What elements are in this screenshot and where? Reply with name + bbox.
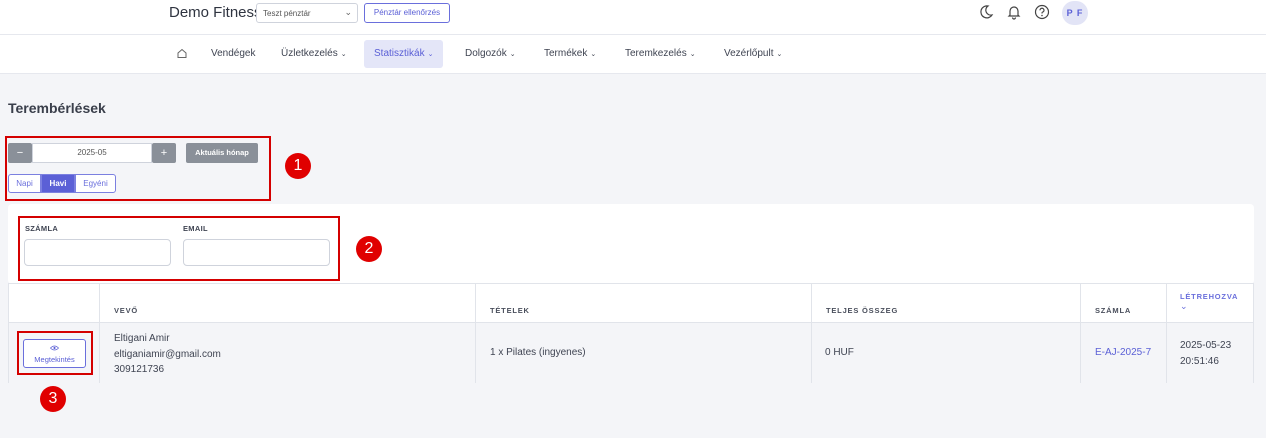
annotation-box-1 bbox=[5, 136, 271, 201]
annotation-number-2: 2 bbox=[356, 236, 382, 262]
annotation-box-3 bbox=[17, 331, 93, 375]
invoice-link[interactable]: E-AJ-2025-7 bbox=[1095, 347, 1151, 358]
chevron-down-icon: ⌄ bbox=[689, 51, 696, 58]
created-time: 20:51:46 bbox=[1180, 355, 1219, 367]
invoice-cell: E-AJ-2025-7 bbox=[1081, 323, 1167, 383]
table-header-total[interactable]: TELJES ÖSSZEG bbox=[812, 283, 1081, 323]
table-header-items[interactable]: TÉTELEK bbox=[476, 283, 812, 323]
table-header-created[interactable]: LÉTREHOZVA ⌄ bbox=[1167, 283, 1254, 323]
customer-name: Eltigani Amir bbox=[114, 333, 170, 344]
top-bar: Demo Fitness Teszt pénztár ⌄ Pénztár ell… bbox=[0, 0, 1266, 34]
customer-phone: 309121736 bbox=[114, 364, 165, 375]
bell-icon[interactable] bbox=[1005, 4, 1023, 22]
brand-name[interactable]: Demo Fitness bbox=[169, 4, 262, 21]
table-header-invoice[interactable]: SZÁMLA bbox=[1081, 283, 1167, 323]
help-icon[interactable] bbox=[1033, 4, 1051, 22]
main-nav: Vendégek Üzletkezelés ⌄ Statisztikák ⌄ Dol… bbox=[0, 34, 1266, 74]
table-header-action bbox=[8, 283, 100, 323]
nav-item-business[interactable]: Üzletkezelés ⌄ bbox=[271, 40, 357, 68]
nav-item-products[interactable]: Termékek ⌄ bbox=[534, 40, 606, 68]
table-header-customer[interactable]: VEVŐ bbox=[100, 283, 476, 323]
nav-item-dashboard[interactable]: Vezérlőpult ⌄ bbox=[714, 40, 792, 68]
nav-item-employees[interactable]: Dolgozók ⌄ bbox=[455, 40, 526, 68]
nav-item-statistics[interactable]: Statisztikák ⌄ bbox=[364, 40, 444, 68]
moon-icon[interactable] bbox=[977, 4, 995, 22]
sort-chevron-down-icon[interactable]: ⌄ bbox=[1180, 301, 1188, 311]
items-cell: 1 x Pilates (ingyenes) bbox=[476, 323, 812, 383]
chevron-down-icon: ⌄ bbox=[427, 51, 434, 58]
chevron-down-icon: ⌄ bbox=[509, 51, 516, 58]
nav-item-guests[interactable]: Vendégek bbox=[201, 40, 266, 68]
chevron-down-icon: ⌄ bbox=[776, 51, 783, 58]
customer-email: eltiganiamir@gmail.com bbox=[114, 348, 221, 360]
cash-check-button[interactable]: Pénztár ellenőrzés bbox=[364, 3, 450, 23]
chevron-down-icon: ⌄ bbox=[590, 51, 597, 58]
avatar[interactable]: P F bbox=[1062, 1, 1088, 25]
annotation-box-2 bbox=[18, 216, 340, 281]
customer-cell: Eltigani Amir eltiganiamir@gmail.com 309… bbox=[100, 323, 476, 383]
home-icon[interactable] bbox=[176, 47, 188, 62]
total-cell: 0 HUF bbox=[812, 323, 1081, 383]
annotation-number-3: 3 bbox=[40, 386, 66, 412]
page-title: Terembérlések bbox=[8, 100, 106, 116]
created-cell: 2025-05-23 20:51:46 bbox=[1167, 323, 1254, 383]
cash-register-value: Teszt pénztár bbox=[263, 9, 311, 18]
annotation-number-1: 1 bbox=[285, 153, 311, 179]
cash-register-select[interactable]: Teszt pénztár ⌄ bbox=[256, 3, 358, 23]
nav-item-rooms[interactable]: Teremkezelés ⌄ bbox=[615, 40, 706, 68]
chevron-down-icon: ⌄ bbox=[344, 7, 352, 17]
chevron-down-icon: ⌄ bbox=[340, 51, 347, 58]
created-date: 2025-05-23 bbox=[1180, 340, 1232, 351]
